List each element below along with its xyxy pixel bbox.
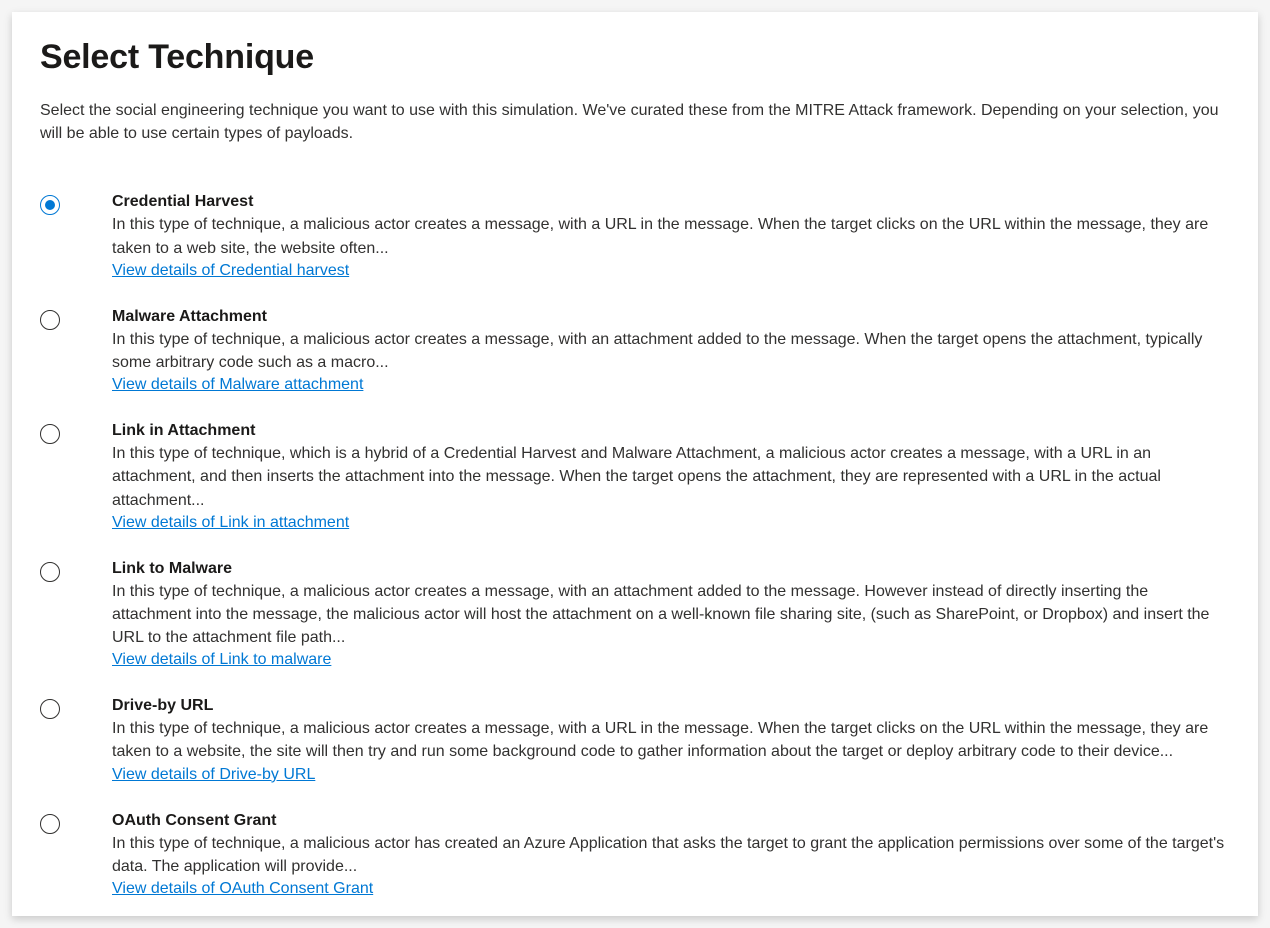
page-description: Select the social engineering technique … xyxy=(40,99,1230,145)
view-details-link-drive-by-url[interactable]: View details of Drive-by URL xyxy=(112,766,315,784)
option-title: Malware Attachment xyxy=(112,308,1230,326)
option-description: In this type of technique, a malicious a… xyxy=(112,832,1230,878)
view-details-link-malware-attachment[interactable]: View details of Malware attachment xyxy=(112,376,363,394)
view-details-link-oauth-consent-grant[interactable]: View details of OAuth Consent Grant xyxy=(112,880,373,898)
option-title: Credential Harvest xyxy=(112,193,1230,211)
option-description: In this type of technique, which is a hy… xyxy=(112,442,1230,512)
page-title: Select Technique xyxy=(40,38,1230,77)
option-link-to-malware: Link to Malware In this type of techniqu… xyxy=(40,560,1230,670)
radio-oauth-consent-grant[interactable] xyxy=(40,814,60,834)
option-description: In this type of technique, a malicious a… xyxy=(112,580,1230,650)
option-description: In this type of technique, a malicious a… xyxy=(112,328,1230,374)
option-title: Drive-by URL xyxy=(112,697,1230,715)
option-link-in-attachment: Link in Attachment In this type of techn… xyxy=(40,422,1230,532)
option-description: In this type of technique, a malicious a… xyxy=(112,717,1230,763)
technique-options-list: Credential Harvest In this type of techn… xyxy=(40,193,1230,898)
option-oauth-consent-grant: OAuth Consent Grant In this type of tech… xyxy=(40,812,1230,898)
radio-link-in-attachment[interactable] xyxy=(40,424,60,444)
option-drive-by-url: Drive-by URL In this type of technique, … xyxy=(40,697,1230,783)
radio-link-to-malware[interactable] xyxy=(40,562,60,582)
option-title: Link in Attachment xyxy=(112,422,1230,440)
radio-credential-harvest[interactable] xyxy=(40,195,60,215)
radio-drive-by-url[interactable] xyxy=(40,699,60,719)
view-details-link-credential-harvest[interactable]: View details of Credential harvest xyxy=(112,262,349,280)
option-credential-harvest: Credential Harvest In this type of techn… xyxy=(40,193,1230,279)
option-description: In this type of technique, a malicious a… xyxy=(112,213,1230,259)
view-details-link-link-in-attachment[interactable]: View details of Link in attachment xyxy=(112,514,349,532)
radio-malware-attachment[interactable] xyxy=(40,310,60,330)
option-title: Link to Malware xyxy=(112,560,1230,578)
option-malware-attachment: Malware Attachment In this type of techn… xyxy=(40,308,1230,394)
option-title: OAuth Consent Grant xyxy=(112,812,1230,830)
select-technique-card: Select Technique Select the social engin… xyxy=(12,12,1258,916)
view-details-link-link-to-malware[interactable]: View details of Link to malware xyxy=(112,651,331,669)
